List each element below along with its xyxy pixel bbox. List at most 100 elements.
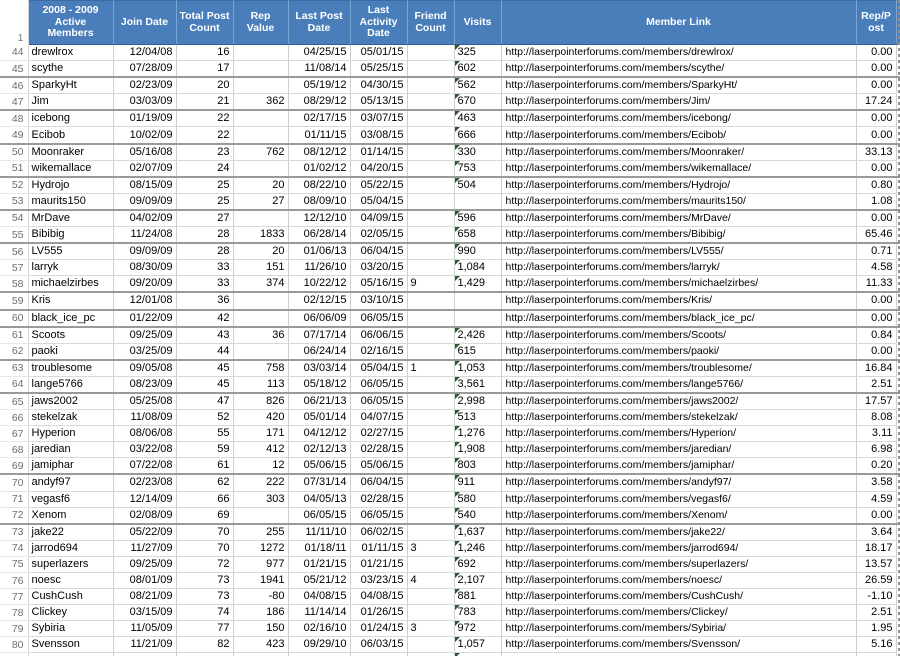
cell-rep-value[interactable] <box>232 209 289 228</box>
cell-member[interactable]: superlazers <box>27 556 114 574</box>
cell-last-post-date[interactable]: 06/28/14 <box>287 226 351 245</box>
cell-friend-count[interactable] <box>406 77 455 95</box>
cell-last-activity-date[interactable]: 05/04/15 <box>349 193 408 211</box>
cell-rep-value[interactable]: 303 <box>232 491 289 508</box>
cell-total-post-count[interactable]: 33 <box>175 259 234 277</box>
row-number-header[interactable]: 49 <box>0 126 29 145</box>
cell-visits[interactable]: 803 <box>453 457 502 476</box>
cell-last-post-date[interactable]: 07/17/14 <box>287 326 351 344</box>
table-row[interactable]: 57 larryk 08/30/09 33 151 11/26/10 03/20/15 1,0… <box>0 259 900 277</box>
row-number-header[interactable]: 67 <box>0 425 29 443</box>
cell-friend-count[interactable] <box>406 507 455 525</box>
cell-friend-count[interactable] <box>406 259 455 277</box>
cell-join-date[interactable]: 08/30/09 <box>112 259 177 277</box>
cell-rep-value[interactable] <box>232 110 289 128</box>
cell-friend-count[interactable] <box>406 176 455 194</box>
cell-rep-per-post[interactable]: 3.64 <box>855 523 897 541</box>
row-number-header[interactable]: 44 <box>0 44 29 62</box>
cell-member-link[interactable]: http://laserpointerforums.com/members/Hy… <box>500 176 857 194</box>
cell-last-post-date[interactable]: 01/11/15 <box>287 126 351 145</box>
cell-last-post-date[interactable]: 05/01/14 <box>287 409 351 427</box>
cell-last-activity-date[interactable]: 03/07/15 <box>349 110 408 128</box>
cell-last-post-date[interactable]: 01/06/13 <box>287 243 351 261</box>
cell-rep-per-post[interactable]: 26.59 <box>855 572 897 590</box>
cell-last-activity-date[interactable]: 03/20/15 <box>349 259 408 277</box>
cell-last-post-date[interactable]: 11/14/14 <box>287 604 351 622</box>
table-row[interactable]: 48 icebong 01/19/09 22 02/17/15 03/07/15 463 ht… <box>0 110 900 128</box>
cell-rep-per-post[interactable]: 3.11 <box>855 425 897 443</box>
table-row[interactable]: 67 Hyperion 08/06/08 55 171 04/12/12 02/27/15 1… <box>0 425 900 443</box>
cell-visits[interactable]: 330 <box>453 143 502 161</box>
cell-last-post-date[interactable]: 06/21/13 <box>287 392 351 411</box>
row-number-header[interactable]: 53 <box>0 193 29 211</box>
cell-rep-value[interactable] <box>232 77 289 95</box>
cell-rep-per-post[interactable]: 0.20 <box>855 457 897 476</box>
cell-visits[interactable]: 1,276 <box>453 425 502 443</box>
cell-last-post-date[interactable]: 02/16/10 <box>287 620 351 638</box>
cell-join-date[interactable]: 02/08/09 <box>112 507 177 525</box>
table-row[interactable]: 68 jaredian 03/22/08 59 412 02/12/13 02/28/15 1… <box>0 441 900 459</box>
row-number-header[interactable]: 70 <box>0 474 29 492</box>
table-row[interactable]: 70 andyf97 02/23/08 62 222 07/31/14 06/04/15 91… <box>0 474 900 492</box>
cell-last-post-date[interactable]: 04/08/15 <box>287 588 351 606</box>
cell-member[interactable]: jamiphar <box>27 457 114 476</box>
cell-member[interactable]: LV555 <box>27 243 114 261</box>
column-header-rep-per-post[interactable]: Rep/Post <box>855 0 897 45</box>
cell-rep-per-post[interactable]: -1.10 <box>855 588 897 606</box>
cell-total-post-count[interactable]: 25 <box>175 176 234 194</box>
cell-total-post-count[interactable]: 16 <box>175 44 234 62</box>
cell-last-post-date[interactable]: 04/25/15 <box>287 44 351 62</box>
cell-last-post-date[interactable]: 07/31/14 <box>287 474 351 492</box>
row-number-header[interactable]: 55 <box>0 226 29 245</box>
column-header-join-date[interactable]: Join Date <box>112 0 177 45</box>
row-number-header[interactable]: 62 <box>0 343 29 361</box>
cell-member-link[interactable]: http://laserpointerforums.com/members/Sy… <box>500 620 857 638</box>
cell-last-post-date[interactable]: 10/22/12 <box>287 275 351 294</box>
cell-rep-value[interactable]: 36 <box>232 326 289 344</box>
cell-join-date[interactable]: 07/28/09 <box>112 60 177 79</box>
row-number-header[interactable]: 71 <box>0 491 29 508</box>
cell-total-post-count[interactable]: 77 <box>175 620 234 638</box>
cell-friend-count[interactable] <box>406 474 455 492</box>
cell-friend-count[interactable] <box>406 209 455 228</box>
cell-friend-count[interactable] <box>406 143 455 161</box>
cell-join-date[interactable]: 04/02/09 <box>112 209 177 228</box>
row-number-header[interactable]: 80 <box>0 636 29 654</box>
cell-member[interactable]: jaredian <box>27 441 114 459</box>
table-row[interactable]: 58 michaelzirbes 09/20/09 33 374 10/22/12 05/1… <box>0 275 900 294</box>
table-row[interactable]: 63 troublesome 09/05/08 45 758 03/03/14 05/04/… <box>0 359 900 377</box>
cell-last-activity-date[interactable]: 03/23/15 <box>349 572 408 590</box>
table-row[interactable]: 55 Bibibig 11/24/08 28 1833 06/28/14 02/05/15 6… <box>0 226 900 245</box>
cell-visits[interactable]: 783 <box>453 604 502 622</box>
cell-visits[interactable]: 658 <box>453 226 502 245</box>
cell-member-link[interactable]: http://laserpointerforums.com/members/st… <box>500 409 857 427</box>
cell-friend-count[interactable]: 3 <box>406 540 455 557</box>
cell-member[interactable]: jarrod694 <box>27 540 114 557</box>
cell-total-post-count[interactable]: 27 <box>175 209 234 228</box>
table-row[interactable]: 78 Clickey 03/15/09 74 186 11/14/14 01/26/15 78… <box>0 604 900 622</box>
cell-rep-per-post[interactable]: 33.13 <box>855 143 897 161</box>
cell-member-link[interactable]: http://laserpointerforums.com/members/bl… <box>500 309 857 328</box>
cell-join-date[interactable]: 02/07/09 <box>112 160 177 178</box>
cell-join-date[interactable]: 08/01/09 <box>112 572 177 590</box>
cell-friend-count[interactable] <box>406 523 455 541</box>
cell-visits[interactable] <box>453 292 502 311</box>
cell-friend-count[interactable] <box>406 60 455 79</box>
cell-friend-count[interactable] <box>406 160 455 178</box>
cell-rep-value[interactable]: 27 <box>232 193 289 211</box>
cell-join-date[interactable]: 11/21/09 <box>112 636 177 654</box>
cell-visits[interactable]: 463 <box>453 110 502 128</box>
table-row[interactable]: 53 maurits150 09/09/09 25 27 08/09/10 05/04/15… <box>0 193 900 211</box>
cell-visits[interactable]: 670 <box>453 93 502 112</box>
table-row[interactable]: 80 Svensson 11/21/09 82 423 09/29/10 06/03/15 1… <box>0 636 900 654</box>
table-row[interactable]: 61 Scoots 09/25/09 43 36 07/17/14 06/06/15 2,42… <box>0 326 900 344</box>
cell-member[interactable]: Hydrojo <box>27 176 114 194</box>
cell-join-date[interactable]: 05/22/09 <box>112 523 177 541</box>
cell-visits[interactable]: 1,429 <box>453 275 502 294</box>
cell-member-link[interactable]: http://laserpointerforums.com/members/an… <box>500 474 857 492</box>
cell-member[interactable]: CushCush <box>27 588 114 606</box>
cell-join-date[interactable]: 09/25/09 <box>112 326 177 344</box>
cell-last-post-date[interactable]: 01/18/11 <box>287 540 351 557</box>
row-number-header[interactable]: 58 <box>0 275 29 294</box>
cell-member[interactable]: Jim <box>27 93 114 112</box>
